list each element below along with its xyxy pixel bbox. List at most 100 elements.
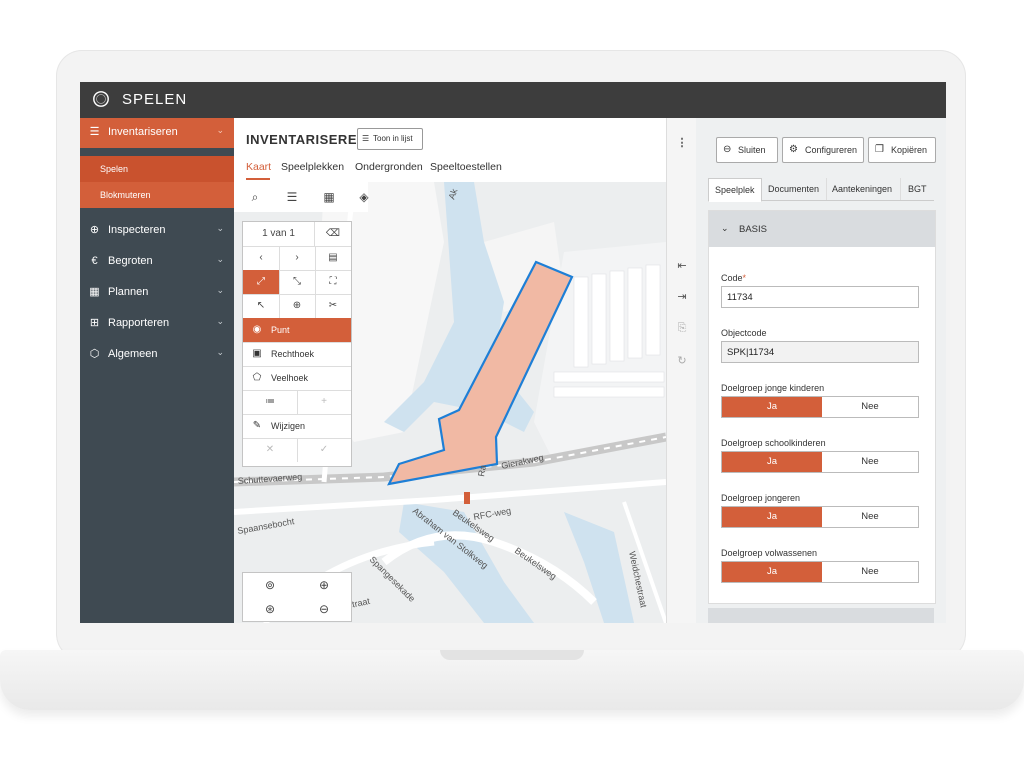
sidebar-item-begroten[interactable]: € Begroten ⌄ [80,247,234,277]
pager-label: 1 van 1 [243,222,315,246]
list-icon: ☰ [89,126,100,138]
tab-speelplek[interactable]: Speelplek [708,178,762,202]
zoom-extent-row: ⤢ ⤡ ⛶ [243,270,351,295]
objectcode-value: SPK|11734 [727,347,775,358]
sidebar-item-label: Rapporteren [108,317,170,329]
tab-speelplekken[interactable]: Speelplekken [281,161,344,173]
toggle-label-jonge-kinderen: Doelgroep jonge kinderen [721,383,825,393]
toggle-jongeren: Ja Nee [721,506,919,528]
yes-option[interactable]: Ja [722,397,822,417]
list-add-row: ≔ + [243,390,351,415]
eraser-icon[interactable]: ⌫ [315,222,351,246]
sidebar-item-label: Inspecteren [108,224,166,236]
expand-panel-icon[interactable]: ⇥ [675,290,689,304]
next-section-header[interactable] [708,608,934,623]
configure-button[interactable]: ⚙ Configureren [782,137,864,163]
button-label: Sluiten [738,145,766,155]
no-option[interactable]: Nee [822,507,918,527]
copy-button[interactable]: ❐ Kopiëren [868,137,936,163]
collapse-panel-icon[interactable]: ⇤ [675,259,689,273]
more-options-icon[interactable]: ⋮ [675,136,689,150]
list-icon[interactable]: ☰ [284,189,300,205]
euro-icon: € [91,255,98,267]
sidebar-subitem-blokmuteren[interactable]: Blokmuteren [80,182,234,208]
tab-bgt[interactable]: BGT [900,178,934,200]
zoom-out-icon[interactable]: ⊖ [297,597,351,621]
detail-panel: ⊖ Sluiten ⚙ Configureren ❐ Kopiëren Spee… [696,118,946,623]
polygon-icon: ⬠ [252,372,262,383]
edit-button[interactable]: ✎ Wijzigen [243,414,351,439]
button-label: Configureren [805,145,858,155]
draw-rectangle-button[interactable]: ▣ Rechthoek [243,342,351,367]
map-toolbar: ⌕ ☰ ▦ ◈ [234,182,369,212]
sidebar-item-inspecteren[interactable]: ⊕ Inspecteren ⌄ [80,216,234,246]
button-label: Kopiëren [891,145,928,155]
search-icon[interactable]: ⌕ [247,189,263,205]
tab-aantekeningen[interactable]: Aantekeningen [826,178,901,200]
import-icon[interactable]: ⎘ [675,321,689,335]
confirm-row: ✕ ✓ [243,438,351,462]
sidebar-item-label: Algemeen [108,348,158,360]
back-circle-icon: ⊖ [723,144,732,155]
tab-documenten[interactable]: Documenten [762,178,827,200]
draw-polygon-button[interactable]: ⬠ Veelhoek [243,366,351,391]
tab-ondergronden[interactable]: Ondergronden [355,161,423,173]
fit-extent-icon[interactable]: ⛶ [315,270,351,294]
toon-in-lijst-button[interactable]: ☰ Toon in lijst [357,128,423,150]
app-title: SPELEN [122,91,188,108]
close-button[interactable]: ⊖ Sluiten [716,137,778,163]
expand-icon[interactable]: ⤢ [243,270,280,294]
sidebar-item-rapporteren[interactable]: ⊞ Rapporteren ⌄ [80,309,234,339]
no-option[interactable]: Nee [822,452,918,472]
button-label: Wijzigen [271,421,306,431]
code-input[interactable]: 11734 [721,286,919,308]
zoom-icon: ⊕ [89,224,100,236]
sidebar-subitem-label: Spelen [100,164,129,174]
code-value: 11734 [727,292,753,303]
object-marker[interactable] [464,492,470,504]
locate-icon[interactable]: ⊚ [243,573,297,597]
collapse-icon[interactable]: ⤡ [279,270,316,294]
cursor-icon[interactable]: ↖ [243,294,280,318]
check-icon[interactable]: ✓ [297,438,351,462]
draw-point-button[interactable]: ◉ Punt [243,318,351,343]
list-icon: ☰ [362,134,370,143]
main-header: INVENTARISEREN ☰ Toon in lijst Kaart Spe… [234,118,666,182]
numbered-list-icon[interactable]: ≔ [243,390,298,414]
layers-icon[interactable]: ◈ [356,189,372,205]
previous-icon[interactable]: ‹ [243,246,280,270]
sidebar-item-inventariseren[interactable]: ☰ Inventariseren ⌄ [80,118,234,148]
cancel-icon[interactable]: ✕ [243,438,298,462]
section-header-basis[interactable]: ⌄ BASIS [709,211,935,247]
add-icon[interactable]: ⊕ [279,294,316,318]
button-label: Veelhoek [271,373,309,383]
sidebar-subitem-spelen[interactable]: Spelen [80,156,234,182]
yes-option[interactable]: Ja [722,452,822,472]
map-label-ra: Ra [476,464,488,477]
toggle-schoolkinderen: Ja Nee [721,451,919,473]
tab-label: Aantekeningen [832,184,893,194]
sidebar-item-label: Begroten [108,255,153,267]
sidebar-item-plannen[interactable]: ▦ Plannen ⌄ [80,278,234,308]
next-icon[interactable]: › [279,246,316,270]
draw-tool-panel: 1 van 1 ⌫ ‹ › ▤ ⤢ ⤡ ⛶ ↖ ⊕ ✂ ◉ Punt ▣ Rec… [242,221,352,467]
zoom-in-icon[interactable]: ⊕ [297,573,351,597]
no-option[interactable]: Nee [822,397,918,417]
no-option[interactable]: Nee [822,562,918,582]
laptop-notch [440,650,584,660]
tab-kaart[interactable]: Kaart [246,161,271,173]
legend-icon[interactable]: ▦ [321,189,337,205]
tab-speeltoestellen[interactable]: Speeltoestellen [430,161,502,173]
table-icon[interactable]: ▤ [315,246,351,270]
refresh-icon[interactable]: ↻ [675,354,689,368]
toggle-label-jongeren: Doelgroep jongeren [721,493,801,503]
scissors-icon[interactable]: ✂ [315,294,351,318]
zoom-panel: ⊚ ⊕ ⊛ ⊖ [242,572,352,622]
yes-option[interactable]: Ja [722,507,822,527]
chevron-down-icon: ⌄ [216,347,224,357]
sidebar-item-algemeen[interactable]: ⬡ Algemeen ⌄ [80,340,234,370]
compass-icon[interactable]: ⊛ [243,597,297,621]
yes-option[interactable]: Ja [722,562,822,582]
table-icon: ⊞ [89,317,100,329]
chevron-down-icon: ⌄ [216,254,224,264]
